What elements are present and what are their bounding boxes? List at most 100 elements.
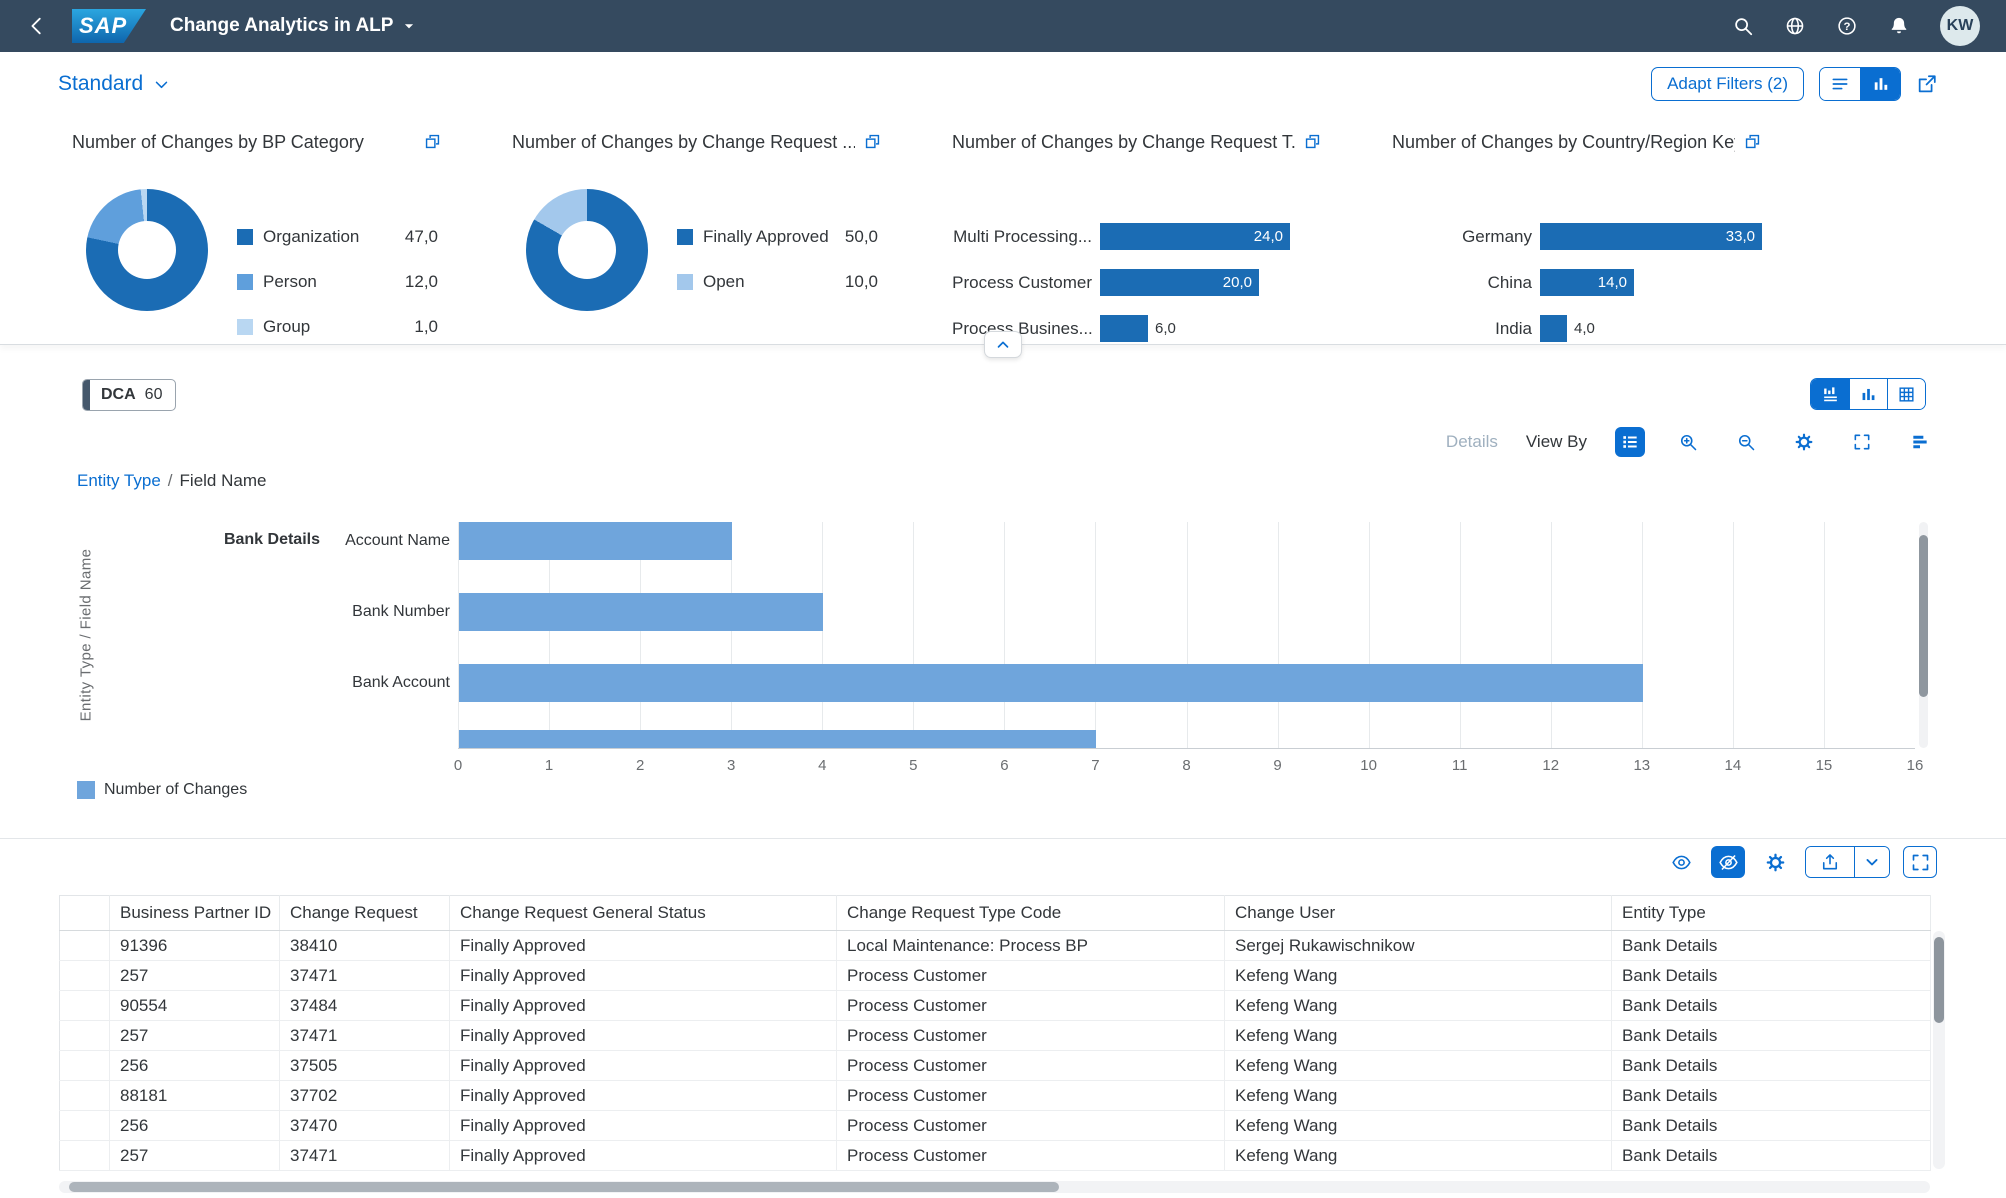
table-cell: Bank Details	[1611, 1110, 1931, 1141]
hide-details-icon	[1718, 854, 1738, 870]
x-tick-label: 13	[1633, 757, 1651, 774]
collapse-header-button[interactable]	[984, 331, 1022, 358]
chart-fullscreen-button[interactable]	[1847, 427, 1877, 457]
legend-toggle-button[interactable]	[1615, 427, 1645, 457]
table-fullscreen-button[interactable]	[1903, 846, 1937, 878]
kpi-bar[interactable]	[1100, 315, 1148, 342]
legend-color-swatch	[677, 274, 693, 290]
table-row[interactable]: 90554 37484 Finally Approved Process Custom…	[59, 990, 1931, 1021]
column-header[interactable]: Business Partner ID	[109, 895, 280, 931]
category-axis-labels: Bank Details Account Name Bank Number Bank…	[0, 522, 450, 748]
table-horizontal-scrollbar-thumb[interactable]	[69, 1182, 1059, 1192]
view-by-button[interactable]: View By	[1526, 432, 1587, 452]
row-selector[interactable]	[59, 1110, 110, 1141]
table-section: Business Partner ID Change Request Change …	[0, 838, 2006, 1198]
bar[interactable]	[459, 664, 1643, 702]
kpi-tag-dca[interactable]: DCA 60	[82, 379, 177, 411]
kpi-card-bp-category[interactable]: Number of Changes by BP Category Organiz…	[72, 132, 442, 344]
sap-logo: SAP	[72, 9, 146, 43]
table-row[interactable]: 91396 38410 Finally Approved Local Maintena…	[59, 930, 1931, 961]
filter-chart-toggle-button[interactable]	[1860, 68, 1900, 100]
variant-selector[interactable]: Standard	[58, 72, 170, 96]
chart-settings-button[interactable]	[1789, 427, 1819, 457]
zoom-out-button[interactable]	[1731, 427, 1761, 457]
show-details-icon	[1671, 855, 1691, 869]
adapt-filters-button[interactable]: Adapt Filters (2)	[1651, 67, 1804, 101]
notifications-button[interactable]	[1888, 15, 1910, 37]
kpi-card-country-region[interactable]: Number of Changes by Country/Region Key …	[1392, 132, 1762, 344]
column-header[interactable]: Change User	[1224, 895, 1612, 931]
table-cell: 256	[109, 1050, 280, 1081]
user-avatar[interactable]: KW	[1940, 6, 1980, 46]
variant-caret-icon	[155, 81, 168, 88]
copy-icon[interactable]	[1303, 132, 1322, 151]
table-row[interactable]: 256 37470 Finally Approved Process Customer…	[59, 1110, 1931, 1141]
hybrid-view-button[interactable]	[1811, 379, 1849, 409]
row-selector[interactable]	[59, 1080, 110, 1111]
row-selector[interactable]	[59, 930, 110, 961]
table-vertical-scrollbar-thumb[interactable]	[1934, 937, 1944, 1023]
chart-type-button[interactable]	[1905, 427, 1935, 457]
kpi-card-title: Number of Changes by BP Category	[72, 132, 364, 152]
select-all-header[interactable]	[59, 895, 110, 931]
table-row[interactable]: 257 37471 Finally Approved Process Customer…	[59, 1140, 1931, 1171]
table-row[interactable]: 257 37471 Finally Approved Process Customer…	[59, 960, 1931, 991]
partial-bar[interactable]	[459, 730, 1096, 748]
column-header[interactable]: Entity Type	[1611, 895, 1931, 931]
category-label: Bank Account	[352, 674, 450, 691]
export-menu-button[interactable]	[1854, 847, 1889, 877]
show-details-button[interactable]	[1664, 846, 1698, 878]
chart-scrollbar-thumb[interactable]	[1919, 535, 1928, 697]
kpi-card-change-request-status[interactable]: Number of Changes by Change Request ... …	[512, 132, 882, 344]
help-button[interactable]: ?	[1836, 15, 1858, 37]
column-header[interactable]: Change Request	[279, 895, 450, 931]
legend-color-swatch	[237, 229, 253, 245]
row-selector[interactable]	[59, 1050, 110, 1081]
column-header[interactable]: Change Request General Status	[449, 895, 837, 931]
table-cell: 37470	[279, 1110, 450, 1141]
kpi-bar-value: 24,0	[1253, 228, 1283, 245]
share-button[interactable]	[1916, 73, 1938, 95]
copy-icon[interactable]	[1743, 132, 1762, 151]
x-tick-label: 14	[1724, 757, 1742, 774]
globe-button[interactable]	[1784, 15, 1806, 37]
gridline	[1460, 522, 1461, 748]
donut-chart[interactable]	[526, 189, 648, 311]
help-icon: ?	[1838, 17, 1856, 35]
copy-icon[interactable]	[863, 132, 882, 151]
export-button[interactable]	[1806, 847, 1854, 877]
bar[interactable]	[459, 593, 823, 631]
search-button[interactable]	[1732, 15, 1754, 37]
row-selector[interactable]	[59, 1020, 110, 1051]
row-selector[interactable]	[59, 1140, 110, 1171]
table-cell: Process Customer	[836, 1050, 1225, 1081]
kpi-card-change-request-type[interactable]: Number of Changes by Change Request T...…	[952, 132, 1322, 344]
table-view-button[interactable]	[1887, 379, 1925, 409]
chart-scrollbar[interactable]	[1919, 522, 1928, 748]
bar[interactable]	[459, 522, 732, 560]
table-horizontal-scrollbar[interactable]	[59, 1181, 1930, 1193]
details-button[interactable]: Details	[1446, 432, 1498, 452]
table-cell: 257	[109, 960, 280, 991]
zoom-in-button[interactable]	[1673, 427, 1703, 457]
chart-view-button[interactable]	[1849, 379, 1887, 409]
row-selector[interactable]	[59, 960, 110, 991]
shell-bar: SAP Change Analytics in ALP ? KW	[0, 0, 2006, 52]
table-settings-button[interactable]	[1758, 846, 1792, 878]
x-tick-label: 2	[635, 757, 645, 774]
column-header[interactable]: Change Request Type Code	[836, 895, 1225, 931]
table-row[interactable]: 256 37505 Finally Approved Process Customer…	[59, 1050, 1931, 1081]
row-selector[interactable]	[59, 990, 110, 1021]
donut-chart[interactable]	[86, 189, 208, 311]
back-button[interactable]	[26, 15, 48, 37]
breadcrumb-entity-type-link[interactable]: Entity Type	[77, 471, 161, 490]
hide-details-button[interactable]	[1711, 846, 1745, 878]
app-title[interactable]: Change Analytics in ALP	[170, 15, 416, 37]
copy-icon[interactable]	[423, 132, 442, 151]
table-vertical-scrollbar[interactable]	[1933, 931, 1945, 1169]
kpi-bar[interactable]	[1540, 315, 1567, 342]
table-row[interactable]: 88181 37702 Finally Approved Process Custom…	[59, 1080, 1931, 1111]
table-row[interactable]: 257 37471 Finally Approved Process Customer…	[59, 1020, 1931, 1051]
filter-list-toggle-button[interactable]	[1820, 68, 1860, 100]
table-cell: Finally Approved	[449, 1050, 837, 1081]
